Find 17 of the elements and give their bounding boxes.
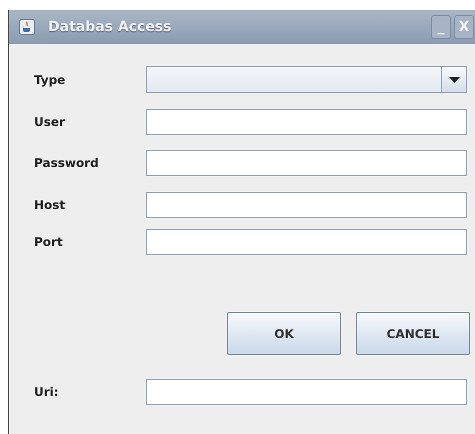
field-label: Type bbox=[34, 72, 66, 86]
field-label: User bbox=[34, 114, 66, 128]
ok-button[interactable]: OK bbox=[227, 312, 341, 355]
uri-field[interactable] bbox=[146, 378, 467, 404]
text-field[interactable] bbox=[146, 150, 467, 176]
text-field[interactable] bbox=[146, 192, 467, 218]
field-label: Host bbox=[34, 198, 66, 212]
text-field[interactable] bbox=[146, 108, 467, 134]
field-label: Uri: bbox=[34, 384, 60, 398]
type-dropdown[interactable] bbox=[146, 66, 467, 93]
cup-icon bbox=[19, 19, 35, 35]
field-label: Port bbox=[34, 234, 64, 248]
caret-icon bbox=[448, 76, 460, 82]
field-label: Password bbox=[34, 156, 100, 170]
text-field[interactable] bbox=[146, 228, 467, 254]
window-title: Databas Access bbox=[48, 19, 172, 35]
cancel-button[interactable]: CANCEL bbox=[356, 312, 470, 355]
